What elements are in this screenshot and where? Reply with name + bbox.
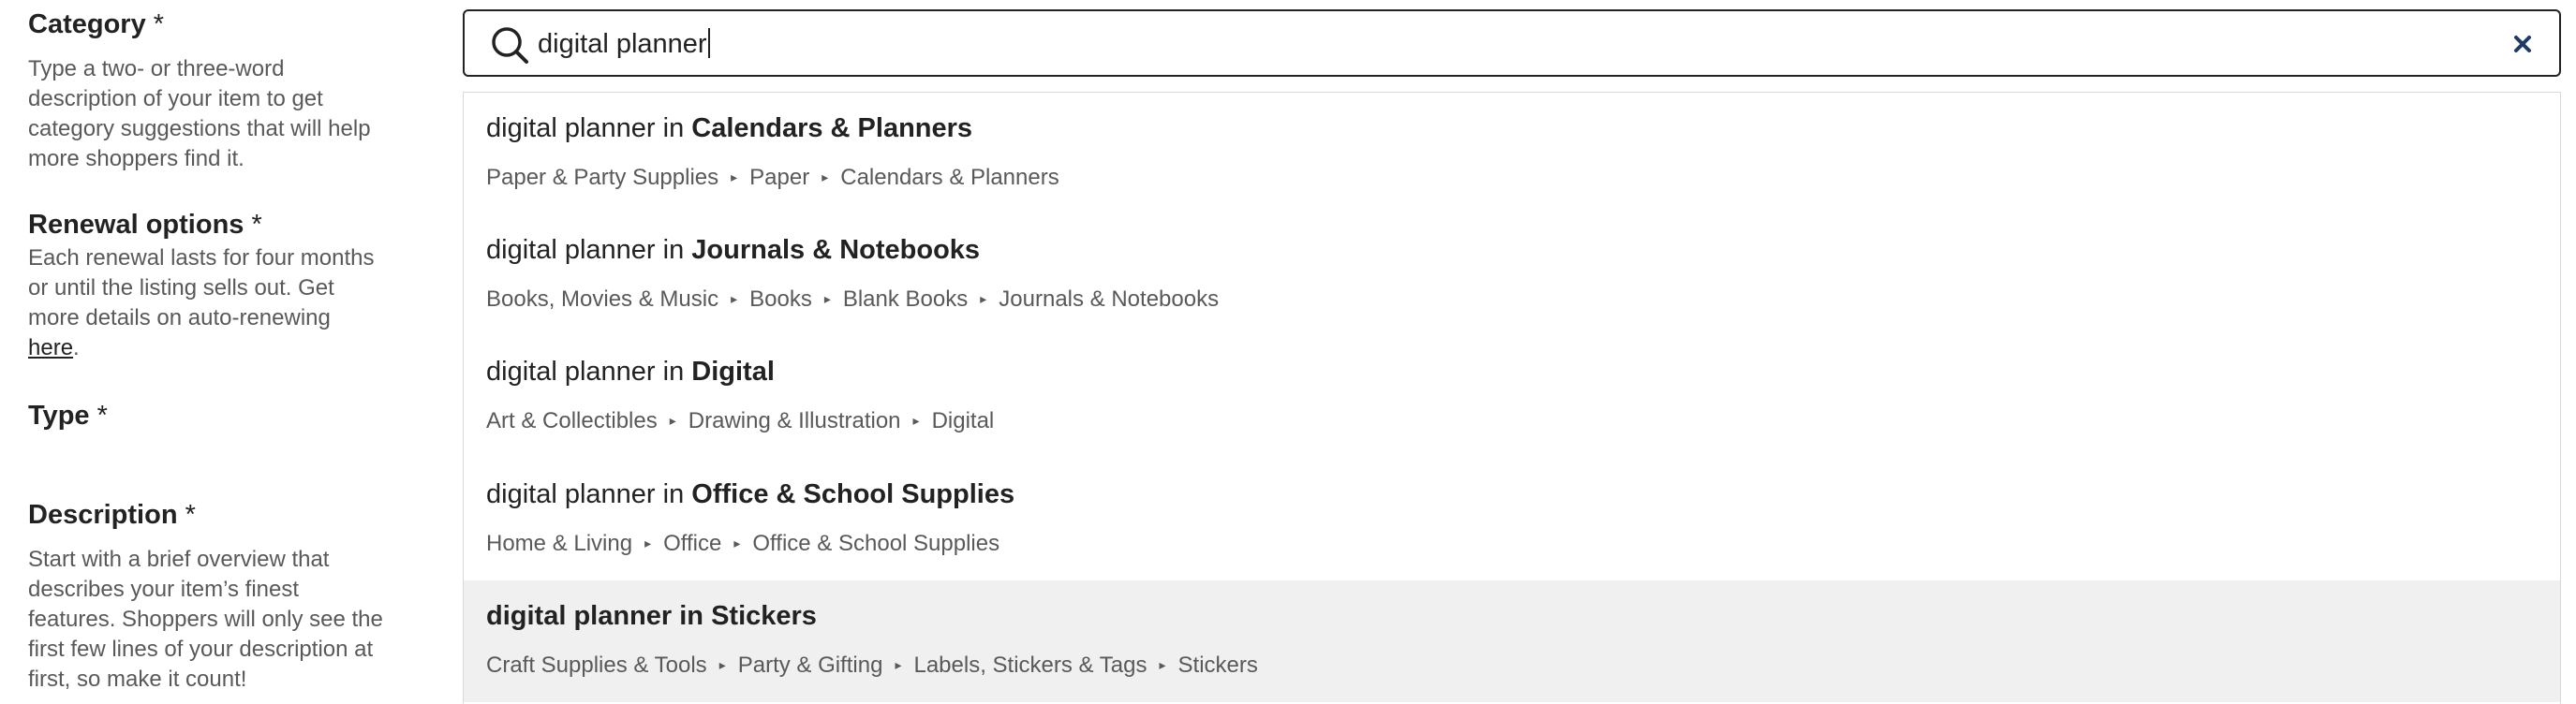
- description-heading: Description *: [28, 500, 196, 531]
- breadcrumb-separator-icon: ▸: [731, 291, 738, 306]
- category-title: Category: [28, 9, 146, 39]
- suggestion-title: digital planner in Stickers: [486, 599, 817, 633]
- breadcrumb-separator-icon: ▸: [895, 657, 902, 672]
- breadcrumb-segment: Blank Books: [842, 286, 969, 312]
- breadcrumb-separator-icon: ▸: [823, 291, 831, 306]
- breadcrumb-segment: Party & Gifting: [737, 653, 883, 678]
- breadcrumb-segment: Paper & Party Supplies: [486, 165, 719, 190]
- breadcrumb-separator-icon: ▸: [1159, 657, 1166, 672]
- breadcrumb-segment: Digital: [931, 408, 995, 433]
- breadcrumb-segment: Paper: [749, 165, 810, 190]
- required-mark: *: [185, 500, 196, 530]
- suggestion-category: Stickers: [711, 601, 817, 631]
- suggestion-title: digital planner in Digital: [486, 355, 775, 389]
- suggestion-category: Office & School Supplies: [691, 479, 1015, 509]
- breadcrumb-segment: Office: [663, 531, 722, 556]
- breadcrumb-segment: Art & Collectibles: [486, 408, 658, 433]
- category-suggestion[interactable]: digital planner in Journals & Notebooks B…: [464, 214, 2560, 336]
- suggestion-title: digital planner in Journals & Notebooks: [486, 233, 980, 267]
- search-query-text: digital planner: [538, 29, 707, 59]
- renewal-details-link[interactable]: here: [28, 335, 73, 360]
- breadcrumb-separator-icon: ▸: [733, 535, 741, 550]
- suggestion-title: digital planner in Office & School Suppl…: [486, 477, 1014, 511]
- suggestion-query: digital planner in: [486, 357, 692, 387]
- renewal-title: Renewal options: [28, 210, 244, 240]
- category-suggestion[interactable]: digital planner in Office & School Suppl…: [464, 459, 2560, 580]
- breadcrumb-segment: Drawing & Illustration: [688, 408, 901, 433]
- category-suggestion[interactable]: digital planner in Digital Art & Collecti…: [464, 336, 2560, 458]
- suggestion-query: digital planner in: [486, 235, 692, 265]
- suggestion-title: digital planner in Calendars & Planners: [486, 111, 972, 145]
- breadcrumb-segment: Books, Movies & Music: [486, 286, 719, 312]
- type-heading: Type *: [28, 401, 108, 432]
- breadcrumb-segment: Labels, Stickers & Tags: [913, 653, 1147, 678]
- suggestion-breadcrumb: Craft Supplies & Tools ▸ Party & Gifting ▸ L…: [486, 650, 1258, 681]
- renewal-help-period: .: [73, 335, 80, 360]
- suggestion-breadcrumb: Paper & Party Supplies ▸ Paper ▸ Calendars &…: [486, 162, 1059, 193]
- breadcrumb-segment: Office & School Supplies: [752, 531, 1000, 556]
- breadcrumb-segment: Calendars & Planners: [840, 165, 1059, 190]
- suggestion-breadcrumb: Books, Movies & Music ▸ Books ▸ Blank Books ▸…: [486, 284, 1219, 315]
- description-title: Description: [28, 500, 178, 530]
- breadcrumb-segment: Home & Living: [486, 531, 633, 556]
- renewal-help-body: Each renewal lasts for four months or un…: [28, 245, 375, 330]
- category-help-text: Type a two- or three-word description of…: [28, 56, 371, 171]
- category-suggestion[interactable]: digital planner in Calendars & Planners P…: [464, 93, 2560, 214]
- breadcrumb-separator-icon: ▸: [980, 291, 987, 306]
- text-caret: [707, 28, 710, 58]
- breadcrumb-separator-icon: ▸: [731, 169, 738, 184]
- breadcrumb-separator-icon: ▸: [822, 169, 829, 184]
- suggestion-category: Digital: [691, 357, 775, 387]
- breadcrumb-segment: Books: [749, 286, 812, 312]
- category-suggestions-dropdown: digital planner in Calendars & Planners P…: [463, 92, 2561, 704]
- required-mark: *: [153, 9, 165, 39]
- suggestion-breadcrumb: Home & Living ▸ Office ▸ Office & School Sup…: [486, 528, 999, 559]
- category-search-input[interactable]: digital planner: [463, 9, 2561, 77]
- description-help-text: Start with a brief overview that describ…: [28, 547, 383, 692]
- suggestion-query: digital planner in: [486, 113, 692, 143]
- breadcrumb-segment: Journals & Notebooks: [999, 286, 1220, 312]
- search-input-value[interactable]: digital planner: [538, 27, 710, 61]
- type-title: Type: [28, 401, 90, 431]
- suggestion-breadcrumb: Art & Collectibles ▸ Drawing & Illustratio…: [486, 405, 994, 436]
- breadcrumb-separator-icon: ▸: [644, 535, 652, 550]
- renewal-heading: Renewal options *: [28, 210, 262, 241]
- required-mark: *: [96, 401, 108, 431]
- breadcrumb-segment: Craft Supplies & Tools: [486, 653, 707, 678]
- category-heading: Category *: [28, 9, 164, 40]
- breadcrumb-separator-icon: ▸: [669, 413, 676, 428]
- breadcrumb-separator-icon: ▸: [912, 413, 920, 428]
- suggestion-category: Journals & Notebooks: [691, 235, 981, 265]
- suggestion-category: Calendars & Planners: [691, 113, 973, 143]
- breadcrumb-segment: Stickers: [1177, 653, 1258, 678]
- suggestion-query: digital planner in: [486, 601, 712, 631]
- required-mark: *: [251, 210, 262, 240]
- breadcrumb-separator-icon: ▸: [718, 657, 726, 672]
- search-icon: [492, 27, 528, 64]
- suggestion-query: digital planner in: [486, 479, 692, 509]
- renewal-help-text: Each renewal lasts for four months or un…: [28, 243, 384, 363]
- category-suggestion[interactable]: digital planner in Stickers Craft Supplie…: [464, 580, 2560, 702]
- close-icon[interactable]: [2507, 28, 2539, 60]
